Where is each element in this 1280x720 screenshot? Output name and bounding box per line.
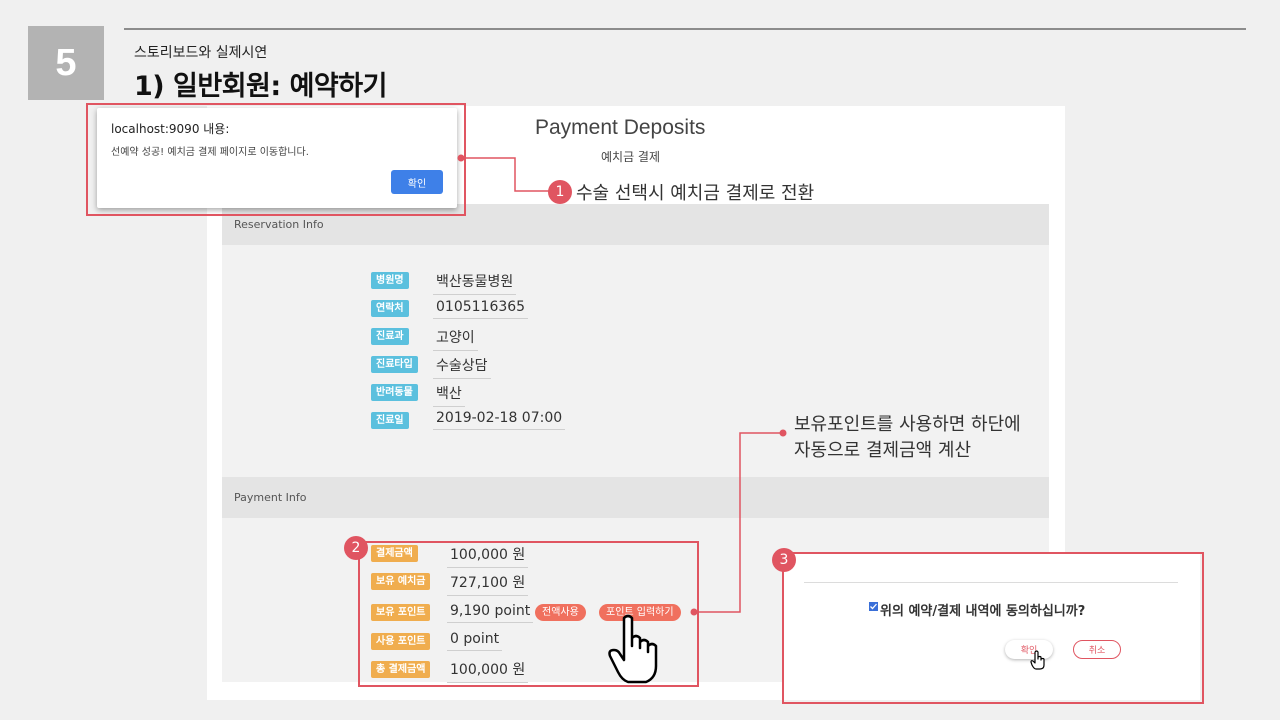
reservation-label: 진료과 [371, 328, 409, 345]
annotation-text-2-line1: 보유포인트를 사용하면 하단에 [794, 414, 1021, 435]
reservation-label: 진료일 [371, 412, 409, 429]
page-subtitle: 예치금 결제 [601, 150, 661, 164]
reservation-value: 2019-02-18 07:00 [433, 410, 566, 430]
reservation-label: 진료타입 [371, 356, 418, 373]
highlight-box-confirm [782, 552, 1204, 704]
annotation-badge-1: 1 [548, 180, 572, 204]
slide-heading: 1) 일반회원: 예약하기 [134, 71, 387, 102]
slide-number: 5 [28, 26, 104, 100]
highlight-box-dialog [86, 103, 466, 216]
reservation-value: 백산동물병원 [433, 271, 517, 295]
annotation-text-2-line2: 자동으로 결제금액 계산 [794, 440, 972, 461]
annotation-badge-2: 2 [344, 536, 368, 560]
reservation-value: 백산 [433, 383, 465, 407]
payment-section-title: Payment Info [234, 491, 307, 504]
reservation-label: 연락처 [371, 300, 409, 317]
highlight-box-payment [358, 541, 699, 687]
reservation-value: 수술상담 [433, 355, 491, 379]
payment-section-header [222, 477, 1049, 518]
connector-line [457, 154, 551, 192]
reservation-label: 병원명 [371, 272, 409, 289]
annotation-badge-3: 3 [772, 548, 796, 572]
page-title: Payment Deposits [535, 116, 706, 139]
connector-line [690, 429, 787, 616]
slide-subtitle: 스토리보드와 실제시연 [134, 45, 268, 61]
reservation-section-title: Reservation Info [234, 218, 324, 231]
reservation-value: 고양이 [433, 327, 478, 351]
header-divider [124, 28, 1246, 30]
annotation-text-1: 수술 선택시 예치금 결제로 전환 [576, 183, 815, 204]
reservation-value: 0105116365 [433, 299, 529, 319]
reservation-label: 반려동물 [371, 384, 418, 401]
